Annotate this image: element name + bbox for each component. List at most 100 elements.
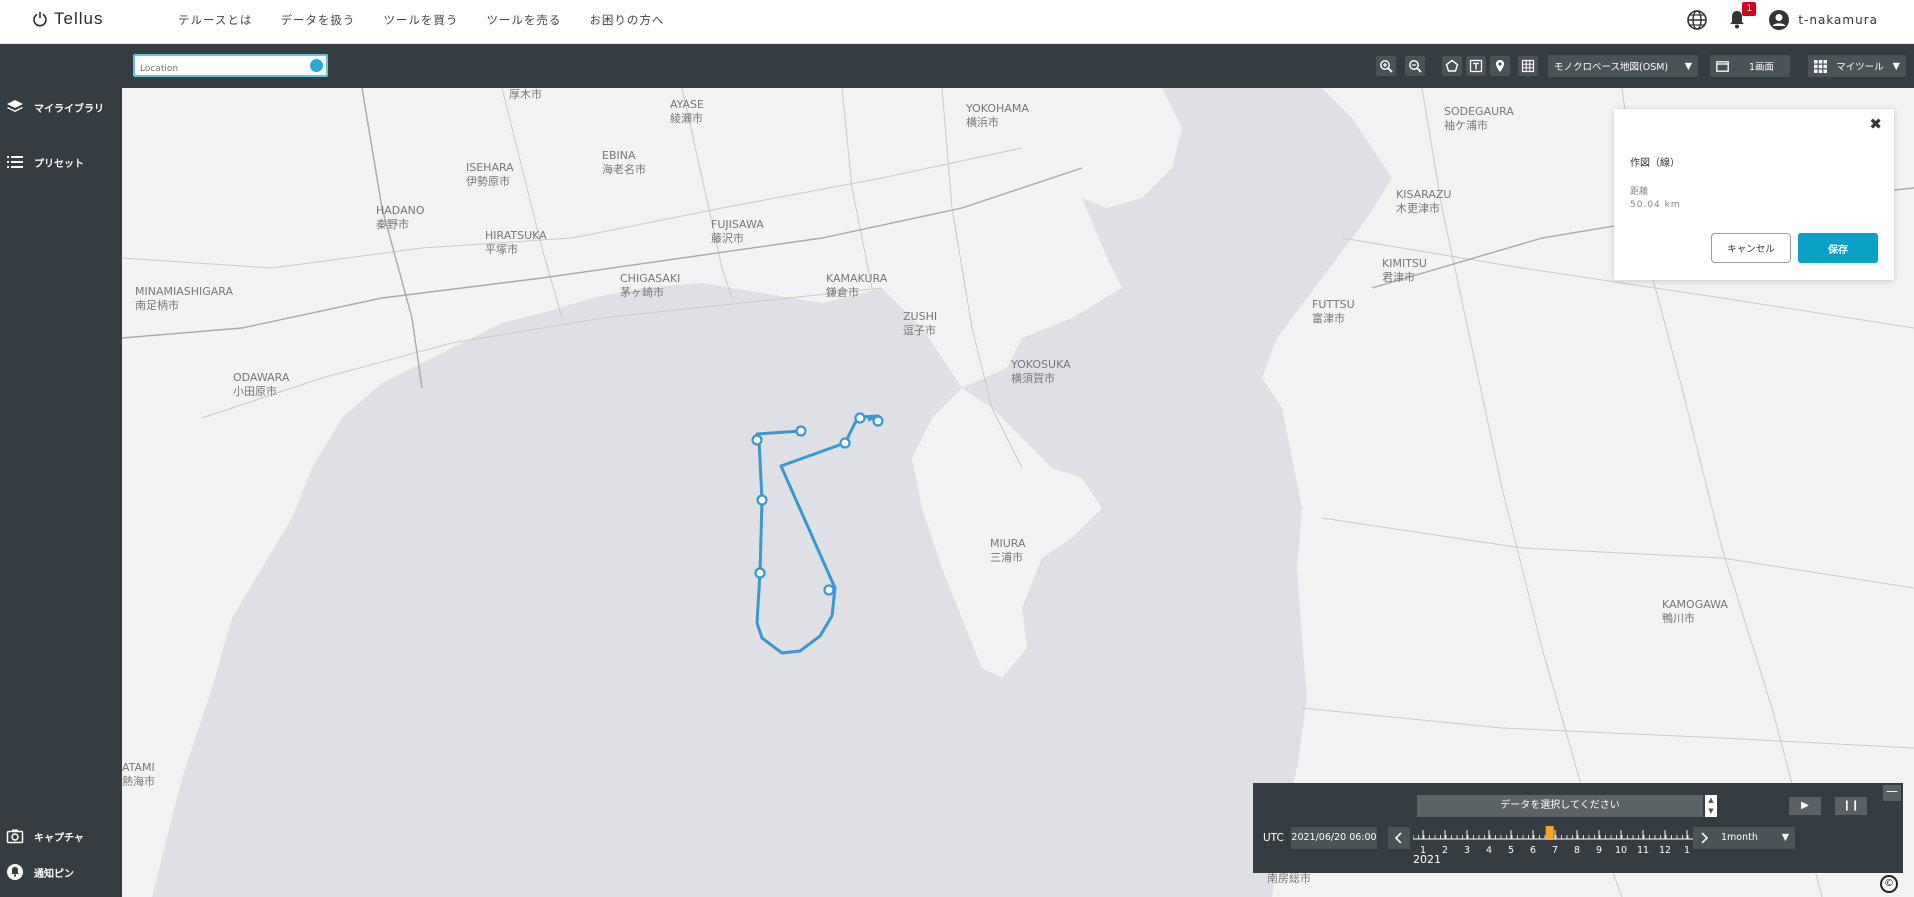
data-select-prompt: データを選択してください: [1500, 800, 1620, 811]
my-tools-select[interactable]: マイツール ▼: [1808, 55, 1906, 77]
city-label: HIRATSUKA 平塚市: [485, 229, 547, 256]
draw-line-panel: ✖ 作図（線） 距離 50.04 km キャンセル 保存: [1614, 109, 1894, 280]
main-nav: テルースとは データを扱う ツールを買う ツールを売る お困りの方へ: [178, 12, 664, 28]
grid-button[interactable]: [1518, 56, 1538, 76]
draw-polygon-button[interactable]: [1442, 56, 1462, 76]
timeline-month-label: 10: [1615, 845, 1628, 856]
utc-label: UTC: [1263, 832, 1284, 844]
text-icon: [1469, 59, 1483, 73]
city-label: AYASE 綾瀬市: [670, 98, 704, 125]
distance-value: 50.04 km: [1630, 200, 1681, 210]
power-icon: [33, 12, 47, 27]
sidebar-item-my-library[interactable]: マイライブラリ: [6, 98, 104, 116]
city-label: YOKOSUKA 横須賀市: [1011, 358, 1071, 385]
city-label: CHIGASAKI 茅ヶ崎市: [620, 272, 681, 299]
period-select-value: 1month: [1721, 832, 1758, 843]
city-label: 厚木市: [509, 88, 542, 101]
city-label: ATAMI 熱海市: [122, 761, 155, 788]
zoom-out-button[interactable]: [1405, 56, 1425, 76]
prev-button[interactable]: [1388, 827, 1410, 849]
zoom-out-icon: [1409, 60, 1422, 73]
timeline-month-label: 7: [1551, 845, 1559, 856]
nav-sell-tools[interactable]: ツールを売る: [486, 12, 561, 28]
notification-button[interactable]: 1: [1726, 2, 1757, 32]
distance-label: 距離: [1630, 187, 1649, 197]
camera-icon: [6, 829, 24, 844]
timeline-panel: — データを選択してください ▲ ▼ ▶ ❙❙ UTC 2021/06/20 06…: [1253, 783, 1903, 873]
pin-icon: [7, 864, 23, 880]
period-select[interactable]: 1month ▼: [1715, 827, 1795, 849]
city-label: ISEHARA 伊勢原市: [466, 161, 514, 188]
polygon-icon: [1445, 59, 1459, 72]
chevron-left-icon: [1394, 832, 1402, 844]
city-label: MIURA 三浦市: [990, 537, 1026, 564]
city-label: ODAWARA 小田原市: [233, 371, 290, 398]
city-label: KISARAZU 木更津市: [1396, 188, 1452, 215]
timeline-month-label: 1: [1683, 845, 1691, 856]
city-label: MINAMIASHIGARA 南足柄市: [135, 285, 234, 312]
sidebar-item-label: キャプチャ: [34, 832, 84, 844]
pause-button[interactable]: ❙❙: [1835, 797, 1867, 815]
user-menu[interactable]: t-nakamura: [1768, 9, 1878, 31]
chevron-right-icon: [1701, 832, 1709, 844]
close-icon[interactable]: ✖: [1869, 115, 1882, 133]
city-label: 南房総市: [1267, 872, 1311, 885]
play-button[interactable]: ▶: [1789, 797, 1821, 815]
location-search: [133, 54, 328, 79]
nav-help[interactable]: お困りの方へ: [589, 12, 664, 28]
notification-badge: 1: [1742, 2, 1757, 16]
location-search-input[interactable]: [135, 59, 295, 79]
timeline-ticks: [1413, 826, 1703, 840]
map-marker-icon: [1496, 60, 1504, 72]
data-select-bar[interactable]: データを選択してください: [1417, 795, 1703, 817]
city-label: FUTTSU 富津市: [1312, 298, 1355, 325]
city-label: ZUSHI 逗子市: [903, 310, 938, 337]
username: t-nakamura: [1798, 13, 1878, 27]
draw-text-button[interactable]: [1466, 56, 1486, 76]
city-label: EBINA 海老名市: [602, 149, 646, 176]
zoom-in-button[interactable]: [1376, 56, 1396, 76]
list-icon: [7, 156, 23, 168]
sidebar-item-preset[interactable]: プリセット: [6, 153, 84, 171]
map-toolbar: モノクロベース地図(OSM) ▼ 1画面 マイツール ▼: [122, 44, 1914, 88]
sidebar-item-notification-pin[interactable]: 通知ピン: [6, 863, 74, 881]
current-date[interactable]: 2021/06/20 06:00: [1291, 827, 1377, 849]
screen-mode-select[interactable]: 1画面: [1710, 55, 1790, 77]
basemap-select-value: モノクロベース地図(OSM): [1554, 62, 1669, 73]
chevron-down-icon: ▼: [1684, 60, 1692, 72]
timeline-month-label: 6: [1529, 845, 1537, 856]
next-button[interactable]: [1693, 827, 1715, 849]
user-avatar-icon: [1769, 10, 1790, 30]
search-icon[interactable]: [310, 59, 323, 72]
left-sidebar: マイライブラリ プリセット キャプチャ 通知ピン: [0, 44, 122, 897]
header-right-tools: 1 t-nakamura: [1686, 2, 1878, 32]
sidebar-item-label: 通知ピン: [34, 868, 74, 880]
logo-text: Tellus: [54, 9, 104, 28]
timeline-month-label: 11: [1637, 845, 1650, 856]
timeline-month-label: 9: [1595, 845, 1603, 856]
timeline-month-label: 8: [1573, 845, 1581, 856]
city-label: FUJISAWA 藤沢市: [711, 218, 764, 245]
scroll-spinner[interactable]: ▲ ▼: [1705, 795, 1717, 817]
attribution-icon[interactable]: ©: [1880, 875, 1898, 893]
city-label: HADANO 秦野市: [376, 204, 425, 231]
nav-buy-tools[interactable]: ツールを買う: [383, 12, 458, 28]
minimize-button[interactable]: —: [1883, 785, 1901, 801]
draw-marker-button[interactable]: [1490, 56, 1510, 76]
tellus-logo[interactable]: Tellus: [32, 9, 103, 29]
globe-icon[interactable]: [1686, 9, 1708, 31]
nav-about[interactable]: テルースとは: [178, 12, 252, 28]
top-header: Tellus テルースとは データを扱う ツールを買う ツールを売る お困りの方…: [0, 0, 1914, 44]
chevron-down-icon: ▼: [1892, 60, 1900, 72]
nav-data[interactable]: データを扱う: [280, 12, 355, 28]
my-tools-value: マイツール: [1836, 62, 1884, 73]
timeline-current-marker[interactable]: [1545, 826, 1554, 840]
timeline-scale[interactable]: 1 2 3 4 5 6 7 8 9 10 11 12 1: [1413, 826, 1713, 856]
sidebar-item-label: マイライブラリ: [34, 103, 104, 115]
panel-title: 作図（線）: [1630, 158, 1680, 169]
sidebar-item-capture[interactable]: キャプチャ: [6, 827, 84, 845]
basemap-select[interactable]: モノクロベース地図(OSM) ▼: [1548, 55, 1698, 77]
city-label: YOKOHAMA 横浜市: [966, 102, 1029, 129]
cancel-button[interactable]: キャンセル: [1711, 233, 1791, 263]
save-button[interactable]: 保存: [1798, 233, 1878, 263]
